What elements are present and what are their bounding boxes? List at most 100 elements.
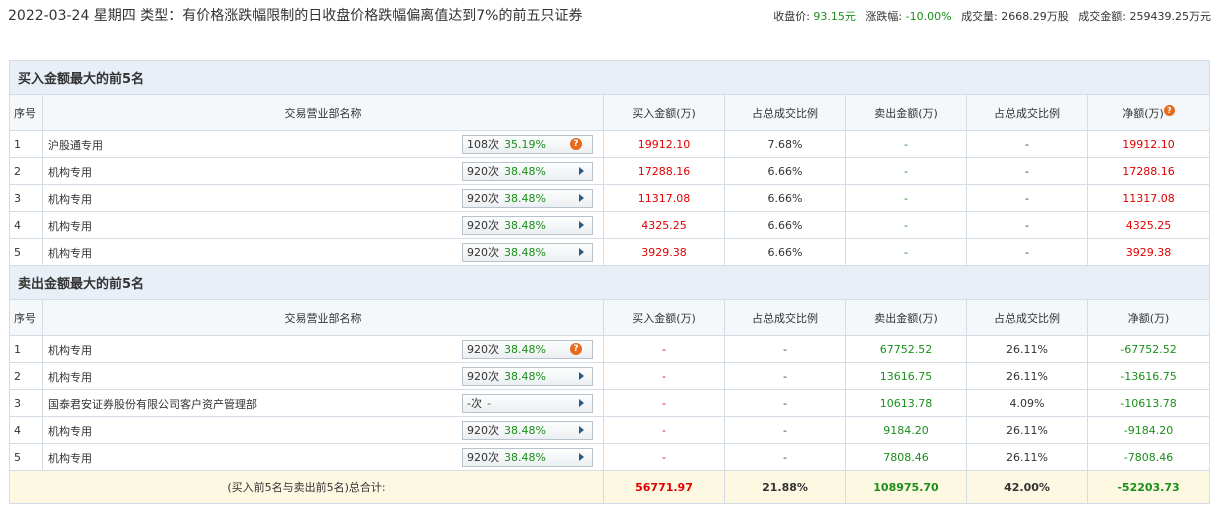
row-net: -10613.78	[1086, 389, 1211, 417]
frequency-times: 920次	[467, 424, 499, 437]
frequency-pct: 38.48%	[504, 424, 546, 437]
row-buy: -	[603, 335, 725, 363]
buy-column-header: 序号 交易营业部名称 买入金额(万) 占总成交比例 卖出金额(万) 占总成交比例…	[9, 94, 1211, 131]
row-buy: 4325.25	[603, 211, 725, 239]
col-net-label: 净额(万)	[1122, 106, 1164, 120]
sell-rows: 1 机构专用 920次 38.48%? - - 67752.52 26.11% -…	[9, 335, 1211, 471]
arrow-right-icon[interactable]	[579, 194, 584, 202]
turnover-label: 成交金额:	[1078, 10, 1126, 23]
frequency-box[interactable]: 920次 38.48%	[462, 448, 593, 467]
total-buy-ratio: 21.88%	[724, 470, 846, 504]
frequency-pct: 35.19%	[504, 138, 546, 151]
row-sell-ratio: 4.09%	[966, 389, 1088, 417]
branch-name[interactable]: 机构专用	[48, 245, 92, 261]
arrow-right-icon[interactable]	[579, 426, 584, 434]
row-sell-ratio: -	[966, 184, 1088, 212]
col-sell: 卖出金额(万)	[845, 94, 967, 131]
close-label: 收盘价:	[773, 10, 810, 23]
branch-name[interactable]: 机构专用	[48, 191, 92, 207]
col-buy: 买入金额(万)	[603, 299, 725, 336]
row-sell-ratio: -	[966, 211, 1088, 239]
frequency-box[interactable]: 920次 38.48%	[462, 367, 593, 386]
volume-label: 成交量:	[961, 10, 998, 23]
row-sell: 10613.78	[845, 389, 967, 417]
arrow-right-icon[interactable]	[579, 399, 584, 407]
arrow-right-icon[interactable]	[579, 221, 584, 229]
col-buy: 买入金额(万)	[603, 94, 725, 131]
row-seq: 5	[9, 443, 43, 471]
row-buy-ratio: 6.66%	[724, 211, 846, 239]
row-sell: -	[845, 184, 967, 212]
arrow-right-icon[interactable]	[579, 372, 584, 380]
branch-name[interactable]: 机构专用	[48, 423, 92, 439]
frequency-times: 920次	[467, 343, 499, 356]
frequency-pct: 38.48%	[504, 246, 546, 259]
branch-name[interactable]: 机构专用	[48, 369, 92, 385]
quote-summary: 收盘价: 93.15元 涨跌幅: -10.00% 成交量: 2668.29万股 …	[773, 8, 1211, 24]
col-sell-ratio: 占总成交比例	[966, 299, 1088, 336]
table-row: 3 机构专用 920次 38.48% 11317.08 6.66% - - 113…	[9, 184, 1211, 212]
volume-value: 2668.29万股	[1001, 10, 1069, 23]
branch-name[interactable]: 机构专用	[48, 218, 92, 234]
branch-name[interactable]: 机构专用	[48, 164, 92, 180]
row-buy-ratio: -	[724, 362, 846, 390]
question-icon[interactable]: ?	[1163, 104, 1175, 116]
page-title: 2022-03-24 星期四 类型：有价格涨跌幅限制的日收盘价格跌幅偏离值达到7…	[8, 8, 583, 24]
frequency-pct: 38.48%	[504, 165, 546, 178]
frequency-pct: -	[486, 397, 491, 410]
dragon-tiger-table: 买入金额最大的前5名 序号 交易营业部名称 买入金额(万) 占总成交比例 卖出金…	[8, 60, 1211, 504]
col-buy-ratio: 占总成交比例	[724, 94, 846, 131]
table-row: 2 机构专用 920次 38.48% - - 13616.75 26.11% -1…	[9, 362, 1211, 390]
row-name-cell: 机构专用 920次 38.48%	[42, 443, 604, 471]
row-net: -7808.46	[1086, 443, 1211, 471]
sell-column-header: 序号 交易营业部名称 买入金额(万) 占总成交比例 卖出金额(万) 占总成交比例…	[9, 299, 1211, 336]
col-name: 交易营业部名称	[42, 299, 604, 336]
col-sell: 卖出金额(万)	[845, 299, 967, 336]
frequency-pct: 38.48%	[504, 192, 546, 205]
row-seq: 3	[9, 184, 43, 212]
row-buy-ratio: 6.66%	[724, 157, 846, 185]
frequency-box[interactable]: 920次 38.48%	[462, 243, 593, 262]
branch-name[interactable]: 机构专用	[48, 450, 92, 466]
frequency-box[interactable]: 920次 38.48%	[462, 421, 593, 440]
table-row: 4 机构专用 920次 38.48% 4325.25 6.66% - - 4325…	[9, 211, 1211, 239]
question-icon[interactable]: ?	[570, 138, 582, 150]
branch-name[interactable]: 国泰君安证券股份有限公司客户资产管理部	[48, 396, 257, 412]
frequency-box[interactable]: 920次 38.48%?	[462, 340, 593, 359]
frequency-times: 920次	[467, 165, 499, 178]
arrow-right-icon[interactable]	[579, 248, 584, 256]
question-icon[interactable]: ?	[570, 343, 582, 355]
frequency-times: 920次	[467, 192, 499, 205]
buy-section-header: 买入金额最大的前5名	[8, 60, 1211, 95]
frequency-box[interactable]: 920次 38.48%	[462, 189, 593, 208]
table-row: 3 国泰君安证券股份有限公司客户资产管理部 -次 - - - 10613.78 4…	[9, 389, 1211, 417]
close-value: 93.15元	[813, 10, 856, 23]
frequency-times: 920次	[467, 246, 499, 259]
frequency-box[interactable]: 108次 35.19%?	[462, 135, 593, 154]
row-buy: 19912.10	[603, 130, 725, 158]
frequency-box[interactable]: 920次 38.48%	[462, 216, 593, 235]
row-buy: -	[603, 362, 725, 390]
row-name-cell: 机构专用 920次 38.48%?	[42, 335, 604, 363]
row-net: 11317.08	[1086, 184, 1211, 212]
row-sell-ratio: 26.11%	[966, 443, 1088, 471]
frequency-box[interactable]: -次 -	[462, 394, 593, 413]
total-label: (买入前5名与卖出前5名)总合计:	[9, 470, 604, 504]
row-name-cell: 机构专用 920次 38.48%	[42, 157, 604, 185]
frequency-times: 108次	[467, 138, 499, 151]
frequency-pct: 38.48%	[504, 370, 546, 383]
row-net: -13616.75	[1086, 362, 1211, 390]
row-sell: 13616.75	[845, 362, 967, 390]
row-net: 3929.38	[1086, 238, 1211, 266]
total-net: -52203.73	[1086, 470, 1211, 504]
arrow-right-icon[interactable]	[579, 453, 584, 461]
row-sell: -	[845, 130, 967, 158]
frequency-box[interactable]: 920次 38.48%	[462, 162, 593, 181]
row-seq: 4	[9, 211, 43, 239]
arrow-right-icon[interactable]	[579, 167, 584, 175]
branch-name[interactable]: 机构专用	[48, 342, 92, 358]
row-name-cell: 沪股通专用 108次 35.19%?	[42, 130, 604, 158]
row-seq: 1	[9, 130, 43, 158]
branch-name[interactable]: 沪股通专用	[48, 137, 103, 153]
total-row: (买入前5名与卖出前5名)总合计: 56771.97 21.88% 108975…	[9, 470, 1211, 504]
